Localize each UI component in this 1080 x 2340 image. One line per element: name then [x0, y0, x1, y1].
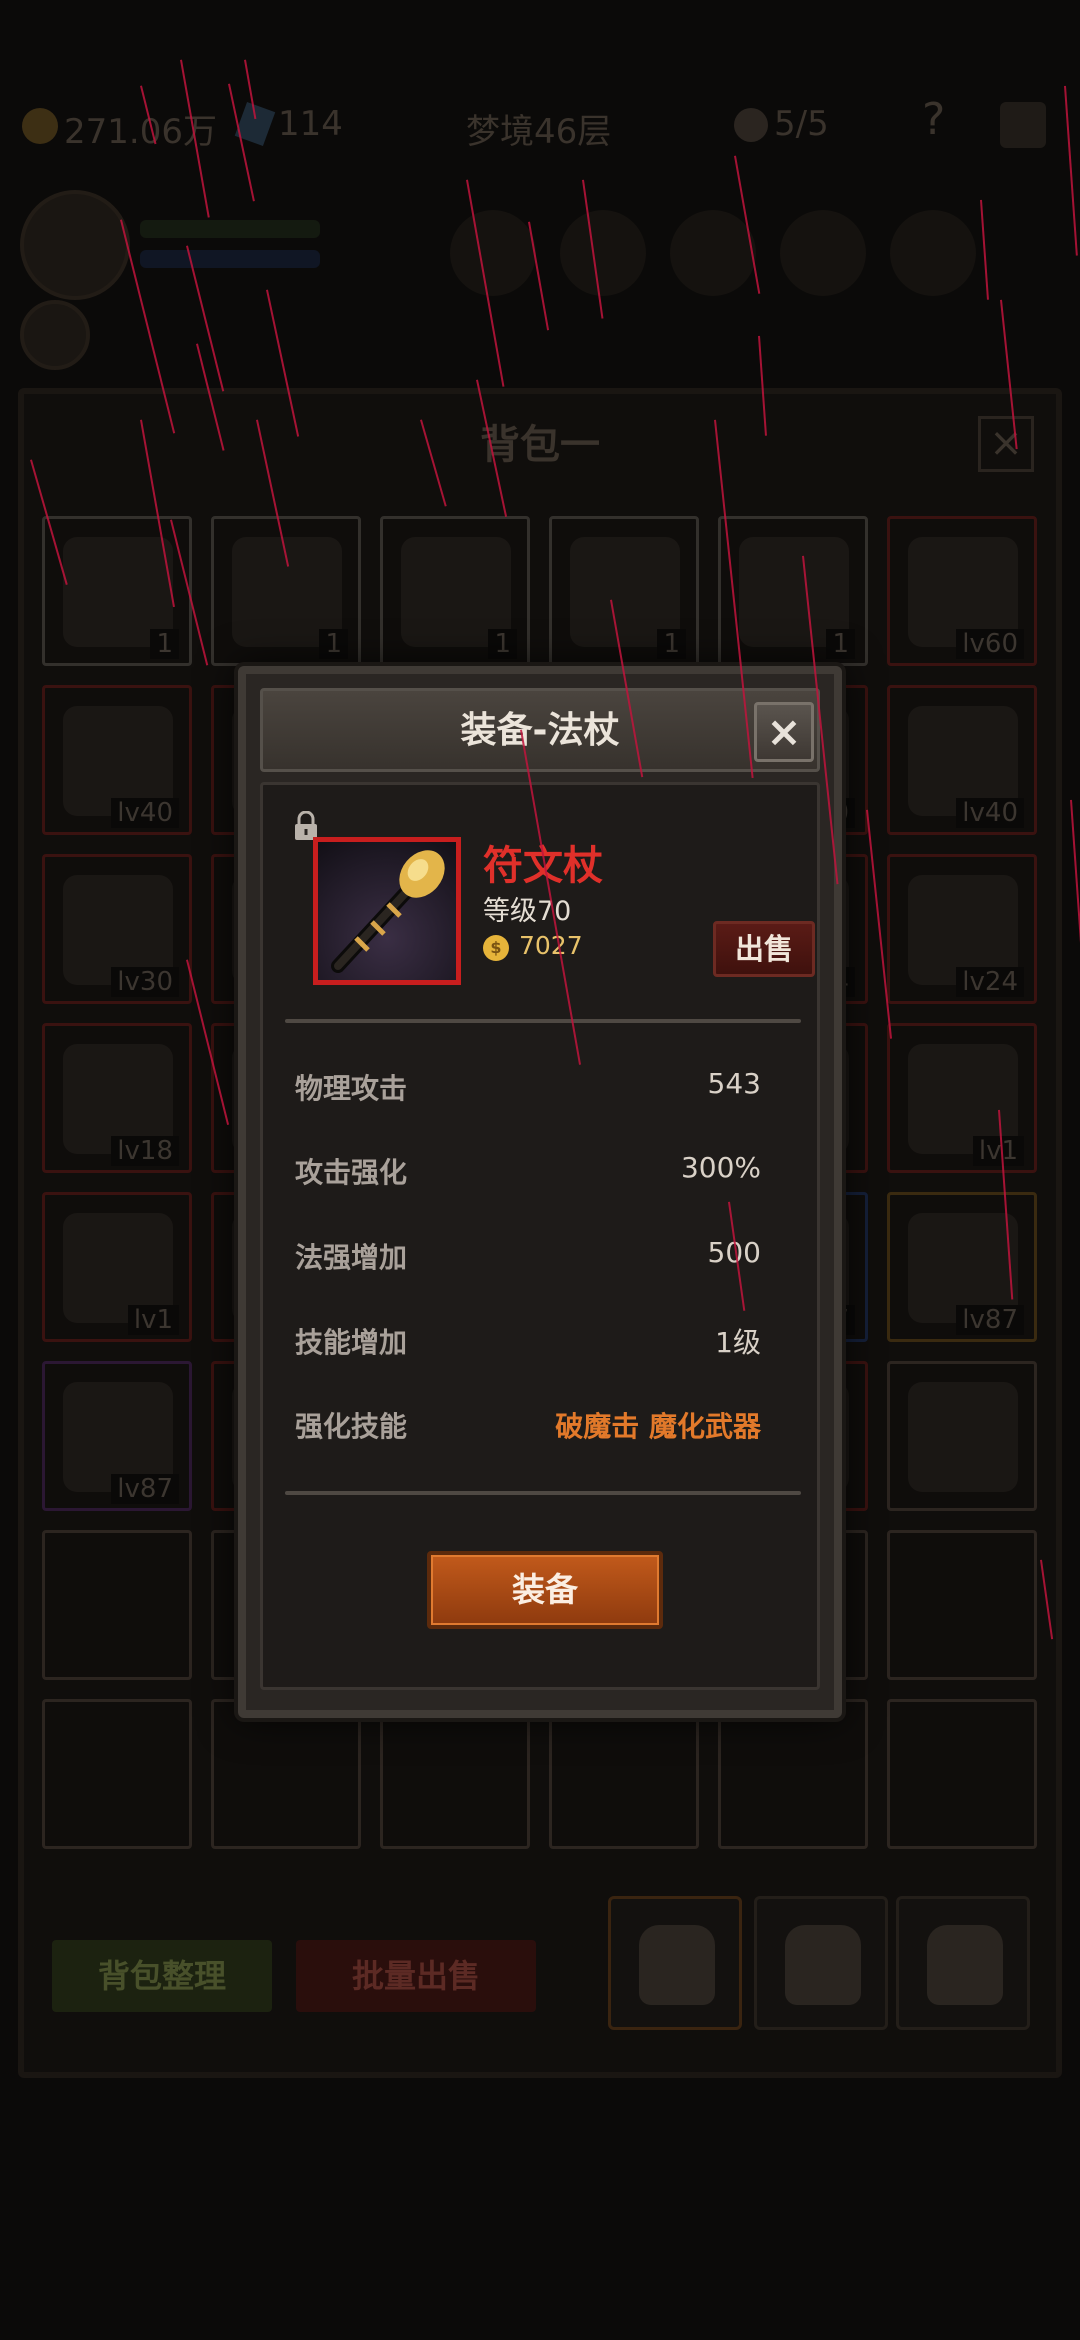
slot-level-label: lv87 — [956, 1305, 1024, 1335]
bag-tab-2[interactable] — [754, 1896, 888, 2030]
stat-label: 强化技能 — [295, 1410, 408, 1443]
stat-row: 强化技能 破魔击 魔化武器 — [295, 1405, 761, 1455]
dialog-header: 装备-法杖 — [260, 688, 820, 772]
slot-level-label: lv30 — [111, 967, 179, 997]
gem-amount: 114 — [278, 104, 343, 144]
slot-level-label: lv1 — [127, 1305, 179, 1335]
stat-value: 1级 — [715, 1326, 761, 1359]
equipment-slot[interactable] — [670, 210, 756, 296]
item-detail-dialog: 装备-法杖 × 符文杖 等级70 $ 7027 出售 物理攻击 — [238, 666, 842, 1718]
inventory-slot[interactable]: lv87 — [887, 1192, 1037, 1342]
coin-icon: $ — [483, 935, 509, 961]
bag-tab-3[interactable] — [896, 1896, 1030, 2030]
slot-level-label: lv18 — [111, 1136, 179, 1166]
top-resource-bar: 271.06万 114 梦境46层 5/5 ? — [0, 80, 1080, 170]
slot-level-label: lv40 — [956, 798, 1024, 828]
divider — [285, 1019, 801, 1023]
gold-coin-icon — [22, 108, 58, 144]
inventory-slot[interactable]: 1 — [211, 516, 361, 666]
inventory-slot[interactable] — [887, 1361, 1037, 1511]
equipment-slot[interactable] — [560, 210, 646, 296]
bag-title: 背包一 — [480, 422, 600, 468]
stat-label: 物理攻击 — [295, 1072, 408, 1105]
stat-row: 物理攻击 543 — [295, 1067, 761, 1117]
inventory-slot[interactable] — [718, 1699, 868, 1849]
skull-icon — [734, 108, 768, 142]
slot-level-label: lv24 — [956, 967, 1024, 997]
equip-button[interactable]: 装备 — [427, 1551, 663, 1629]
inventory-slot[interactable] — [887, 1699, 1037, 1849]
hero-mana-bar — [140, 250, 320, 268]
hero-avatar[interactable] — [20, 300, 90, 370]
stat-row: 技能增加 1级 — [295, 1321, 761, 1371]
enhance-skill-value: 破魔击 魔化武器 — [555, 1410, 761, 1443]
inventory-slot[interactable]: 1 — [718, 516, 868, 666]
item-icon-frame — [313, 837, 461, 985]
stat-label: 法强增加 — [295, 1241, 408, 1274]
hero-row-2[interactable] — [20, 300, 1060, 370]
inventory-slot[interactable]: lv18 — [42, 1023, 192, 1173]
slot-level-label: lv60 — [956, 629, 1024, 659]
divider — [285, 1491, 801, 1495]
stat-row: 法强增加 500 — [295, 1236, 761, 1286]
inventory-slot[interactable] — [211, 1699, 361, 1849]
sell-button[interactable]: 出售 — [713, 921, 815, 977]
slot-level-label: lv87 — [111, 1474, 179, 1504]
inventory-slot[interactable]: 1 — [549, 516, 699, 666]
equipment-slot[interactable] — [890, 210, 976, 296]
item-level: 等级70 — [483, 896, 572, 927]
inventory-slot[interactable]: lv87 — [42, 1361, 192, 1511]
slot-level-label: 1 — [657, 629, 686, 659]
slot-level-label: lv1 — [972, 1136, 1024, 1166]
equipment-slot[interactable] — [450, 210, 536, 296]
dream-floor-label[interactable]: 梦境46层 — [466, 104, 611, 153]
inventory-slot[interactable]: lv24 — [887, 854, 1037, 1004]
dialog-close-button[interactable]: × — [754, 702, 814, 762]
bag-close-button[interactable]: × — [978, 416, 1034, 472]
stat-value: 300% — [680, 1151, 761, 1184]
dialog-title: 装备-法杖 — [460, 710, 620, 751]
inventory-slot[interactable]: lv1 — [887, 1023, 1037, 1173]
item-thumbnail — [908, 1382, 1018, 1492]
inventory-slot[interactable] — [42, 1699, 192, 1849]
equipment-slot[interactable] — [780, 210, 866, 296]
bag-tab-1[interactable] — [608, 1896, 742, 2030]
stat-label: 技能增加 — [295, 1326, 408, 1359]
skull-count: 5/5 — [774, 104, 829, 144]
backpack-icon — [639, 1925, 715, 2005]
bag-sort-button[interactable]: 背包整理 — [52, 1940, 272, 2012]
stat-row: 攻击强化 300% — [295, 1151, 761, 1201]
slot-level-label: 1 — [826, 629, 855, 659]
inventory-slot[interactable]: lv40 — [887, 685, 1037, 835]
slot-level-label: 1 — [319, 629, 348, 659]
slot-level-label: 1 — [150, 629, 179, 659]
dialog-body: 符文杖 等级70 $ 7027 出售 物理攻击 543 攻击强化 300% 法强… — [260, 782, 820, 1690]
backpack-icon — [927, 1925, 1003, 2005]
bulk-sell-button[interactable]: 批量出售 — [296, 1940, 536, 2012]
stat-label: 攻击强化 — [295, 1156, 408, 1189]
inventory-slot[interactable] — [42, 1530, 192, 1680]
inventory-slot[interactable]: lv40 — [42, 685, 192, 835]
hero-health-bar — [140, 220, 320, 238]
inventory-slot[interactable]: lv60 — [887, 516, 1037, 666]
inventory-slot[interactable]: lv1 — [42, 1192, 192, 1342]
stat-value: 543 — [707, 1067, 761, 1100]
hero-avatar[interactable] — [20, 190, 130, 300]
help-icon[interactable]: ? — [922, 94, 945, 145]
slot-level-label: lv40 — [111, 798, 179, 828]
inventory-slot[interactable] — [380, 1699, 530, 1849]
backpack-icon — [785, 1925, 861, 2005]
inventory-slot[interactable] — [549, 1699, 699, 1849]
slot-level-label: 1 — [488, 629, 517, 659]
inventory-slot[interactable] — [887, 1530, 1037, 1680]
inventory-slot[interactable]: lv30 — [42, 854, 192, 1004]
item-price: 7027 — [519, 931, 583, 960]
inventory-slot[interactable]: 1 — [380, 516, 530, 666]
settings-icon[interactable] — [1000, 102, 1046, 148]
rune-staff-icon — [331, 850, 445, 973]
